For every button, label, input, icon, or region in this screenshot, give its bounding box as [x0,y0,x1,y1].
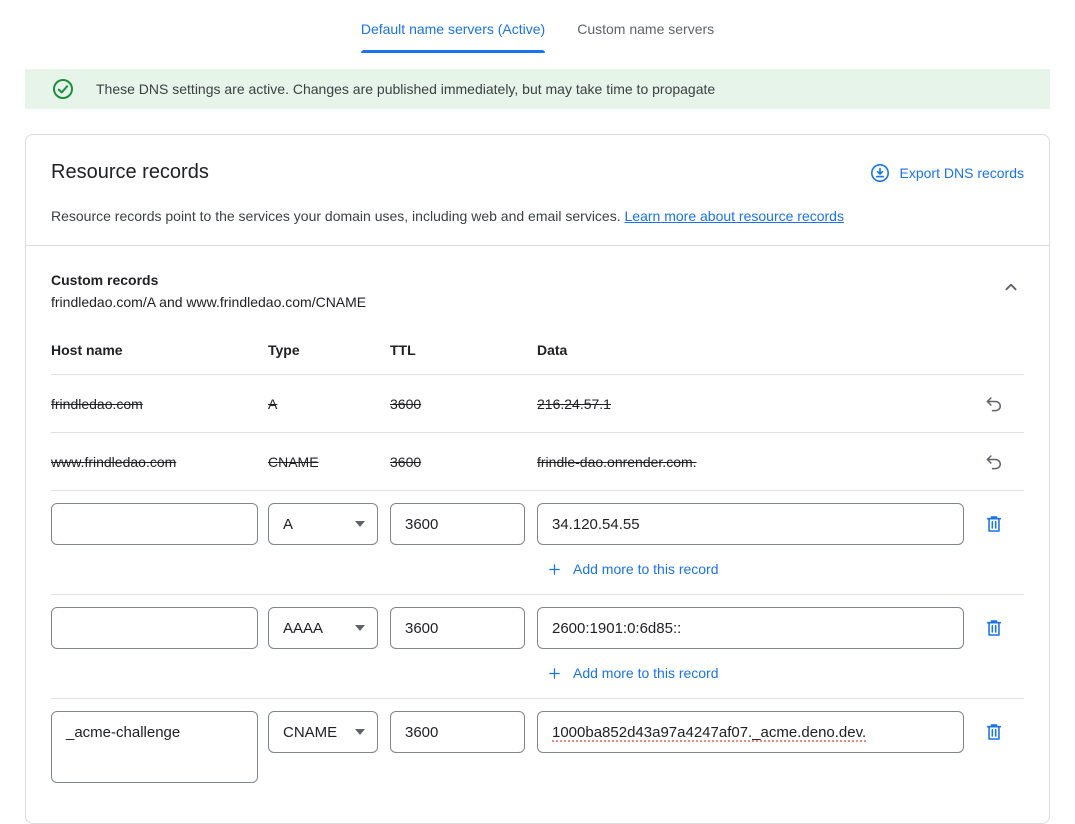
deleted-ttl: 3600 [390,454,537,470]
table-header-row: Host name Type TTL Data [51,322,1024,375]
active-tab-underline [361,50,545,53]
records-table: Host name Type TTL Data frindledao.com A… [26,322,1049,783]
type-select[interactable]: A [268,503,378,545]
add-more-label: Add more to this record [573,561,719,577]
plus-icon [547,666,562,681]
delete-record-button[interactable] [983,607,1005,649]
type-select-value: AAAA [283,620,323,637]
add-more-label: Add more to this record [573,665,719,681]
deleted-type: CNAME [268,454,390,470]
caret-down-icon [355,521,365,527]
ttl-input[interactable] [390,711,525,753]
type-select[interactable]: CNAME [268,711,378,753]
deleted-host: frindledao.com [51,396,268,412]
description-text: Resource records point to the services y… [51,208,621,224]
check-circle-icon [52,78,74,100]
custom-records-titles: Custom records frindledao.com/A and www.… [51,272,366,310]
deleted-host: www.frindledao.com [51,454,268,470]
ttl-input[interactable] [390,607,525,649]
undo-delete-button[interactable] [982,392,1006,416]
data-input[interactable] [537,503,964,545]
col-data: Data [537,342,964,358]
delete-record-button[interactable] [983,503,1005,545]
custom-records-header: Custom records frindledao.com/A and www.… [26,246,1049,322]
custom-records-subtitle: frindledao.com/A and www.frindledao.com/… [51,294,366,310]
tab-custom-label: Custom name servers [577,21,714,37]
type-select-value: A [283,516,293,533]
download-icon [870,163,890,183]
collapse-section-button[interactable] [998,274,1024,300]
plus-icon [547,562,562,577]
undo-icon [984,460,1004,475]
table-row: www.frindledao.com CNAME 3600 frindle-da… [51,433,1024,491]
tab-custom-name-servers[interactable]: Custom name servers [577,21,714,53]
col-actions [964,342,1024,358]
trash-icon [983,617,1005,639]
ttl-input[interactable] [390,503,525,545]
table-row: _acme-challenge CNAME 1000ba852d43a97a42… [51,699,1024,783]
banner-message: These DNS settings are active. Changes a… [96,81,715,97]
dns-active-banner: These DNS settings are active. Changes a… [25,69,1050,109]
custom-records-title: Custom records [51,272,366,288]
table-row: frindledao.com A 3600 216.24.57.1 [51,375,1024,433]
chevron-up-icon [1000,286,1022,301]
type-select-value: CNAME [283,724,337,741]
tab-default-name-servers[interactable]: Default name servers (Active) [361,21,545,53]
table-row: AAAA [51,595,1024,699]
data-input[interactable] [537,607,964,649]
type-select[interactable]: AAAA [268,607,378,649]
host-name-input[interactable] [51,503,258,545]
col-host-name: Host name [51,342,268,358]
export-dns-records-label: Export DNS records [900,165,1024,181]
learn-more-link[interactable]: Learn more about resource records [625,208,844,224]
card-description: Resource records point to the services y… [26,184,1049,245]
dns-settings-page: Default name servers (Active) Custom nam… [0,0,1075,824]
deleted-ttl: 3600 [390,396,537,412]
undo-delete-button[interactable] [982,450,1006,474]
deleted-data: 216.24.57.1 [537,396,964,412]
host-name-input[interactable] [51,607,258,649]
add-more-to-record-button[interactable]: Add more to this record [537,560,964,578]
name-server-tabs: Default name servers (Active) Custom nam… [0,0,1075,53]
export-dns-records-button[interactable]: Export DNS records [870,163,1024,183]
data-value-misspelled: 1000ba852d43a97a4247af07._acme.deno.dev. [552,724,866,741]
caret-down-icon [355,729,365,735]
card-header: Resource records Export DNS records [26,135,1049,184]
col-ttl: TTL [390,342,537,358]
caret-down-icon [355,625,365,631]
data-input[interactable]: 1000ba852d43a97a4247af07._acme.deno.dev. [537,711,964,753]
col-type: Type [268,342,390,358]
undo-icon [984,402,1004,417]
resource-records-card: Resource records Export DNS records Reso… [25,134,1050,824]
trash-icon [983,513,1005,535]
deleted-data: frindle-dao.onrender.com. [537,454,964,470]
delete-record-button[interactable] [983,711,1005,753]
deleted-type: A [268,396,390,412]
host-name-input[interactable]: _acme-challenge [51,711,258,783]
add-more-to-record-button[interactable]: Add more to this record [537,664,964,682]
card-title: Resource records [51,161,209,184]
tab-default-label: Default name servers (Active) [361,21,545,37]
table-row: A [51,491,1024,595]
trash-icon [983,721,1005,743]
